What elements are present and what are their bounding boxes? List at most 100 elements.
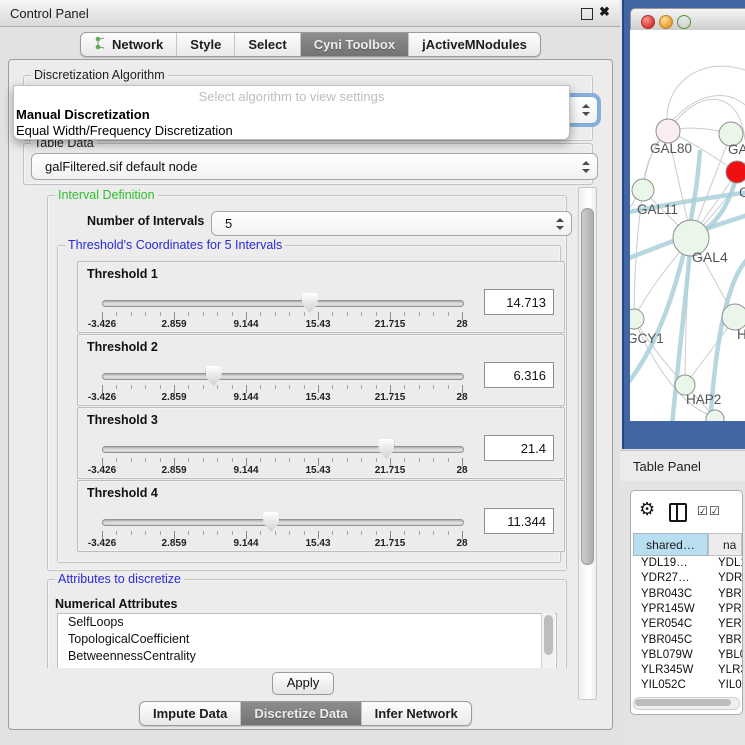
threshold-value-field[interactable]: 6.316	[484, 362, 554, 388]
network-icon	[94, 36, 107, 53]
tab-impute-data[interactable]: Impute Data	[140, 702, 241, 725]
threshold-value-field[interactable]: 14.713	[484, 289, 554, 315]
table-row[interactable]: YBL079WYBL0	[631, 648, 742, 663]
network-node-label: C	[739, 185, 745, 200]
table-row[interactable]: YLR345WYLR3	[631, 663, 742, 678]
attributes-group-title: Attributes to discretize	[55, 572, 184, 586]
network-node-label: GAL80	[650, 141, 692, 156]
split-columns-icon[interactable]	[669, 503, 687, 522]
panel-scrollbar[interactable]	[578, 187, 597, 700]
mac-minimize-icon[interactable]	[659, 15, 673, 29]
tick-mark	[116, 385, 117, 389]
mac-close-icon[interactable]	[641, 15, 655, 29]
slider-thumb[interactable]	[378, 439, 394, 459]
tick-label: 2.859	[161, 465, 186, 476]
tab-select[interactable]: Select	[235, 33, 300, 56]
table-toolbar: ⚙ ☑ ☑	[631, 491, 742, 533]
tab-label: Cyni Toolbox	[314, 37, 395, 52]
checkbox-icon[interactable]: ☑	[697, 505, 708, 517]
application-window: Control Panel ✖ NetworkStyleSelect Cyni T…	[0, 0, 745, 745]
tab-style[interactable]: Style	[177, 33, 235, 56]
tick-mark	[188, 458, 189, 462]
tab-cyni-toolbox[interactable]: Cyni Toolbox	[301, 33, 409, 56]
tick-mark	[160, 385, 161, 389]
network-window-titlebar[interactable]	[630, 8, 745, 32]
control-panel-title: Control Panel	[10, 6, 89, 21]
table-horizontal-scrollbar[interactable]	[633, 697, 740, 710]
slider-thumb[interactable]	[206, 366, 222, 386]
slider-thumb[interactable]	[263, 512, 279, 532]
threshold-slider[interactable]: -3.4262.8599.14415.4321.71528	[102, 262, 462, 332]
column-header-na[interactable]: na	[708, 533, 742, 556]
tab-infer-network[interactable]: Infer Network	[362, 702, 471, 725]
apply-button[interactable]: Apply	[272, 672, 334, 695]
tick-mark	[260, 531, 261, 535]
numerical-attributes-heading: Numerical Attributes	[55, 597, 177, 611]
tick-mark	[419, 312, 420, 316]
gear-icon[interactable]: ⚙	[639, 499, 655, 520]
tick-mark	[361, 531, 362, 535]
list-item[interactable]: SelfLoops	[58, 614, 556, 631]
tick-mark	[275, 531, 276, 535]
threshold-value-field[interactable]: 11.344	[484, 508, 554, 534]
table-cell: YBR043C	[641, 587, 716, 602]
panel-scrollbar-thumb[interactable]	[581, 208, 594, 565]
table-row[interactable]: YDR27…YDR2	[631, 571, 742, 586]
slider-track	[102, 373, 464, 380]
list-item[interactable]: BetweennessCentrality	[58, 648, 556, 665]
tick-mark	[361, 312, 362, 316]
table-cell: YLR345W	[641, 663, 716, 678]
network-edge[interactable]	[667, 66, 745, 131]
tick-mark	[376, 458, 377, 462]
numerical-attributes-list[interactable]: SelfLoopsTopologicalCoefficientBetweenne…	[57, 613, 557, 668]
tick-mark	[232, 458, 233, 462]
threshold-slider[interactable]: -3.4262.8599.14415.4321.71528	[102, 335, 462, 405]
network-node-c[interactable]	[726, 161, 745, 183]
table-cell: YBR0	[718, 587, 743, 602]
tick-mark	[188, 385, 189, 389]
algorithm-option-manual-discretization[interactable]: Manual Discretization	[16, 107, 150, 122]
table-row[interactable]: YBR045CYBR0	[631, 633, 742, 648]
tick-mark	[404, 312, 405, 316]
table-row[interactable]: YIL052CYIL0	[631, 678, 742, 693]
tab-discretize-data[interactable]: Discretize Data	[241, 702, 361, 725]
list-item[interactable]: TopologicalCoefficient	[58, 631, 556, 648]
network-node[interactable]	[706, 410, 724, 421]
tick-label: -3.426	[88, 319, 116, 330]
table-hscrollbar-thumb[interactable]	[635, 699, 731, 706]
table-cell: YIL0	[718, 678, 743, 693]
network-canvas[interactable]: GAL80GACGAL11GAL4GCY1HHAP2	[630, 30, 745, 421]
checkbox-icon[interactable]: ☑	[709, 505, 720, 517]
slider-thumb[interactable]	[302, 293, 318, 313]
tab-network[interactable]: Network	[81, 33, 177, 56]
network-node-gal11[interactable]	[632, 179, 654, 201]
network-node-label: GAL11	[637, 202, 678, 217]
float-window-icon[interactable]	[581, 8, 593, 20]
table-cell: YBL0	[718, 648, 743, 663]
table-row[interactable]: YPR145WYPR1	[631, 602, 742, 617]
tick-mark	[145, 531, 146, 535]
node-table-container: ⚙ ☑ ☑ shared…naYDL19…YDL1YDR27…YDR2YBR04…	[630, 490, 743, 715]
algorithm-option-equal-width-frequency-discretization[interactable]: Equal Width/Frequency Discretization	[16, 123, 233, 138]
network-node-gcy1[interactable]	[630, 309, 644, 329]
table-row[interactable]: YBR043CYBR0	[631, 587, 742, 602]
close-icon[interactable]: ✖	[599, 4, 610, 20]
column-header-shared-[interactable]: shared…	[633, 533, 708, 556]
table-row[interactable]: YER054CYER0	[631, 617, 742, 632]
tab-jactivemnodules[interactable]: jActiveMNodules	[409, 33, 540, 56]
attributes-list-scrollbar[interactable]	[541, 613, 555, 668]
number-of-intervals-combobox[interactable]: 5	[211, 211, 572, 236]
threshold-slider[interactable]: -3.4262.8599.14415.4321.71528	[102, 408, 462, 478]
tick-label: 21.715	[375, 319, 406, 330]
tick-label: 9.144	[233, 392, 258, 403]
tick-mark	[289, 458, 290, 462]
tick-mark	[116, 458, 117, 462]
tick-mark	[145, 458, 146, 462]
table-row[interactable]: YDL19…YDL1	[631, 556, 742, 571]
threshold-value-field[interactable]: 21.4	[484, 435, 554, 461]
table-cell: YDL1	[718, 556, 743, 571]
table-data-combobox[interactable]: galFiltered.sif default node	[31, 153, 598, 180]
threshold-slider[interactable]: -3.4262.8599.14415.4321.71528	[102, 481, 462, 551]
network-node-gal80[interactable]	[656, 119, 680, 143]
mac-zoom-icon[interactable]	[677, 15, 691, 29]
